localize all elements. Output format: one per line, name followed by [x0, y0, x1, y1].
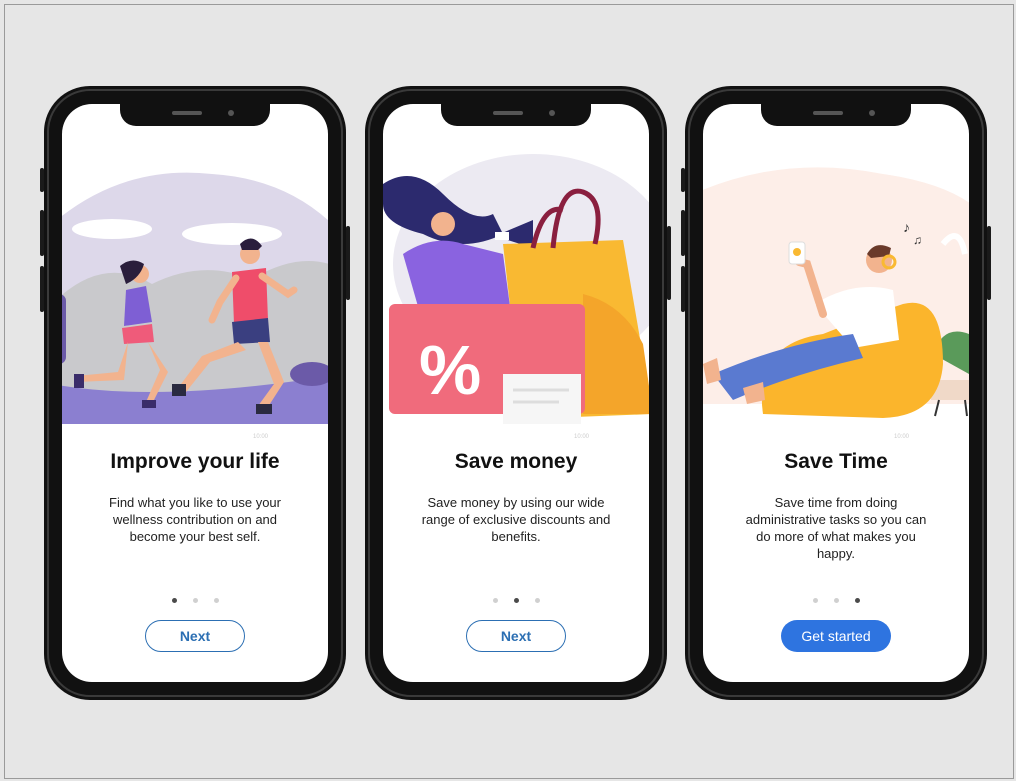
next-button[interactable]: Next — [466, 620, 566, 652]
notch — [120, 104, 270, 126]
side-button — [681, 168, 685, 192]
pagination-dot[interactable] — [492, 598, 498, 603]
side-button — [40, 210, 44, 256]
side-button — [40, 168, 44, 192]
onboarding-screen-3: ♪ ♫ 10:00 Save Time Save time from doing… — [703, 104, 969, 682]
side-button — [40, 266, 44, 312]
side-button — [667, 226, 671, 300]
pagination-dot[interactable] — [171, 598, 177, 603]
get-started-button[interactable]: Get started — [781, 620, 891, 652]
onboarding-title: Save money — [454, 450, 578, 473]
relaxing-illustration: ♪ ♫ — [703, 167, 969, 418]
pagination-dots — [703, 590, 969, 608]
pagination-dots — [62, 590, 328, 608]
notch — [441, 104, 591, 126]
side-button — [681, 210, 685, 256]
svg-text:%: % — [419, 331, 481, 409]
shopping-illustration: % — [383, 154, 649, 424]
onboarding-title: Improve your life — [110, 450, 280, 473]
pagination-dot[interactable] — [513, 598, 519, 603]
time-tag: 10:00 — [573, 434, 589, 440]
side-button — [346, 226, 350, 300]
svg-text:♫: ♫ — [913, 233, 922, 247]
pagination-dot[interactable] — [213, 598, 219, 603]
onboarding-description: Find what you like to use your wellness … — [109, 495, 281, 544]
onboarding-description: Save time from doing administrative task… — [745, 495, 927, 561]
pagination-dot[interactable] — [833, 598, 839, 603]
next-button[interactable]: Next — [145, 620, 245, 652]
pagination-dot[interactable] — [812, 598, 818, 603]
time-tag: 10:00 — [893, 434, 909, 440]
svg-text:♪: ♪ — [903, 219, 910, 235]
pagination-dot[interactable] — [192, 598, 198, 603]
phone-3: ♪ ♫ 10:00 Save Time Save time from doing… — [681, 86, 991, 700]
pagination-dot[interactable] — [854, 598, 860, 603]
onboarding-description: Save money by using our wide range of ex… — [421, 495, 611, 544]
onboarding-screen-2: % 10:00 Save money Save money by using o… — [383, 104, 649, 682]
onboarding-title: Save Time — [784, 450, 888, 473]
side-button — [987, 226, 991, 300]
time-tag: 10:00 — [252, 434, 268, 440]
pagination-dots — [383, 590, 649, 608]
runners-illustration — [62, 172, 328, 424]
phone-2: % 10:00 Save money Save money by using o… — [365, 86, 671, 700]
pagination-dot[interactable] — [534, 598, 540, 603]
phone-1: 10:00 Improve your life Find what you li… — [40, 86, 350, 700]
notch — [761, 104, 911, 126]
side-button — [681, 266, 685, 312]
onboarding-screen-1: 10:00 Improve your life Find what you li… — [62, 104, 328, 682]
